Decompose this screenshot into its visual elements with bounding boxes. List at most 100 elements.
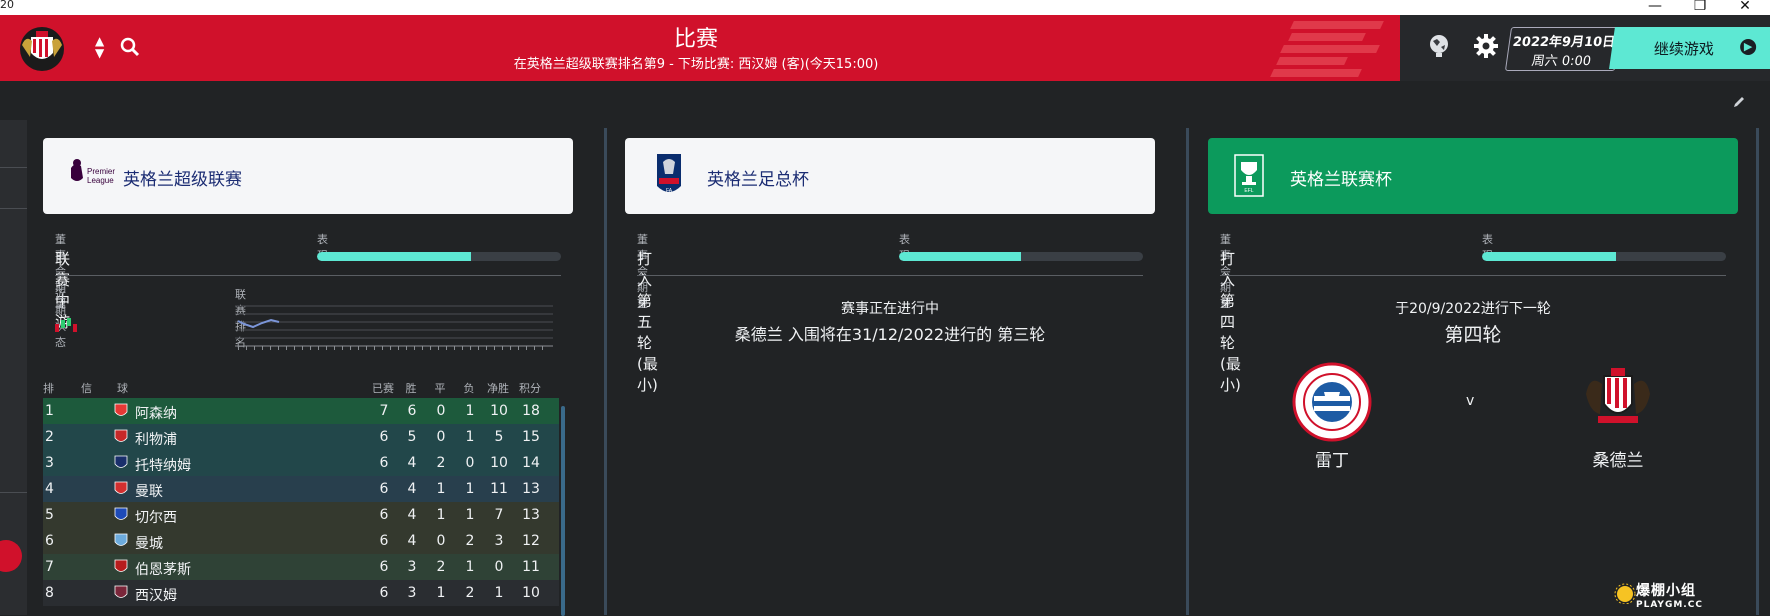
fa-status-text: 赛事正在进行中 [841, 301, 939, 317]
row-w: 3 [407, 559, 417, 575]
watermark-sun-icon [1614, 583, 1636, 604]
table-row[interactable]: 1 阿森纳 7 6 0 1 10 18 [43, 398, 559, 424]
settings-gear-icon[interactable] [1473, 33, 1499, 63]
table-row[interactable]: 2 利物浦 6 5 0 1 5 15 [43, 424, 559, 450]
row-l: 0 [465, 455, 475, 471]
game-time: 周六 0:00 [1530, 54, 1592, 69]
world-ball-icon[interactable] [1428, 33, 1450, 63]
row-p: 6 [379, 481, 389, 497]
row-gd: 7 [494, 507, 504, 523]
col-header-drawn[interactable]: 平 [427, 380, 453, 396]
row-p: 6 [379, 507, 389, 523]
row-team-name[interactable]: 利物浦 [135, 429, 177, 449]
league-table-scrollbar[interactable] [561, 406, 565, 616]
column-divider [1756, 128, 1759, 615]
window-restore-button[interactable]: ❐ [1685, 0, 1715, 15]
svg-text:League: League [87, 176, 114, 185]
pl-separator [55, 275, 561, 276]
reading-crest-icon[interactable] [1292, 362, 1372, 446]
row-p: 6 [379, 429, 389, 445]
page-title: 比赛 [673, 27, 718, 52]
recent-form-chart [55, 318, 85, 342]
window-titlebar: 20 — ❐ ✕ [0, 0, 1770, 15]
club-crest-icon [113, 481, 129, 497]
row-gd: 3 [494, 533, 504, 549]
lc-performance-bar [1482, 252, 1726, 261]
continue-game-button[interactable]: 继续游戏 ▶ [1609, 27, 1770, 69]
row-p: 6 [379, 559, 389, 575]
league-position-chart [235, 304, 555, 354]
row-gd: 5 [494, 429, 504, 445]
row-l: 1 [465, 429, 475, 445]
svg-text:EFL: EFL [1244, 188, 1253, 194]
club-crest-icon [113, 507, 129, 523]
row-position: 7 [45, 559, 54, 575]
fa-cup-logo-icon: FA [653, 152, 685, 204]
column-divider [1186, 128, 1189, 615]
premier-league-card[interactable]: Premier League 英格兰超级联赛 [43, 138, 573, 214]
main-header: ▲ ▼ 比赛 在英格兰超级联赛排名第9 - 下场比赛: 西汉姆 (客)(今天15:… [0, 15, 1770, 81]
sunderland-crest-icon[interactable] [1578, 364, 1658, 438]
club-crest-icon [113, 559, 129, 575]
rail-active-indicator[interactable] [0, 540, 22, 572]
col-header-played[interactable]: 已赛 [370, 380, 396, 396]
row-team-name[interactable]: 阿森纳 [135, 403, 177, 423]
row-position: 3 [45, 455, 54, 471]
lc-round-name: 第四轮 [1444, 324, 1502, 346]
row-gd: 1 [494, 585, 504, 601]
col-header-gd[interactable]: 净胜 [485, 380, 511, 396]
chevron-right-icon: ▶ [1740, 39, 1757, 55]
row-d: 0 [436, 403, 446, 419]
row-l: 2 [465, 585, 475, 601]
edit-pencil-icon[interactable] [1732, 94, 1746, 113]
table-row[interactable]: 5 切尔西 6 4 1 1 7 13 [43, 502, 559, 528]
row-w: 4 [407, 481, 417, 497]
fa-detail-text: 桑德兰 入围将在31/12/2022进行的 第三轮 [734, 325, 1046, 344]
row-w: 4 [407, 533, 417, 549]
premier-league-logo-icon: Premier League [65, 154, 115, 202]
row-d: 0 [436, 533, 446, 549]
column-divider [604, 128, 607, 615]
row-l: 1 [465, 559, 475, 575]
versus-text: v [1466, 393, 1475, 409]
club-crest-icon [113, 533, 129, 549]
row-pts: 10 [522, 585, 540, 601]
row-team-name[interactable]: 伯恩茅斯 [135, 559, 191, 579]
row-p: 6 [379, 455, 389, 471]
lc-next-round-date: 于20/9/2022进行下一轮 [1395, 301, 1551, 317]
fa-cup-card[interactable]: FA 英格兰足总杯 [625, 138, 1155, 214]
col-header-pts[interactable]: 积分 [517, 380, 543, 396]
row-team-name[interactable]: 曼联 [135, 481, 163, 501]
window-close-button[interactable]: ✕ [1730, 0, 1760, 15]
row-pts: 13 [522, 507, 540, 523]
row-team-name[interactable]: 托特纳姆 [135, 455, 191, 475]
premier-league-name: 英格兰超级联赛 [123, 170, 242, 190]
table-row[interactable]: 3 托特纳姆 6 4 2 0 10 14 [43, 450, 559, 476]
row-p: 7 [379, 403, 389, 419]
row-l: 1 [465, 481, 475, 497]
league-cup-card[interactable]: EFL 英格兰联赛杯 [1208, 138, 1738, 214]
game-date-box[interactable]: 2022年9月10日 周六 0:00 [1504, 27, 1622, 71]
col-header-lost[interactable]: 负 [456, 380, 482, 396]
svg-text:FA: FA [666, 188, 673, 194]
row-d: 1 [436, 507, 446, 523]
table-row[interactable]: 4 曼联 6 4 1 1 11 13 [43, 476, 559, 502]
table-row[interactable]: 7 伯恩茅斯 6 3 2 1 0 11 [43, 554, 559, 580]
row-team-name[interactable]: 曼城 [135, 533, 163, 553]
col-header-won[interactable]: 胜 [398, 380, 424, 396]
club-crest-icon [113, 429, 129, 445]
row-position: 6 [45, 533, 54, 549]
lc-separator [1220, 275, 1726, 276]
fa-cup-name: 英格兰足总杯 [707, 170, 809, 190]
rail-divider [0, 492, 27, 493]
table-row[interactable]: 6 曼城 6 4 0 2 3 12 [43, 528, 559, 554]
row-w: 6 [407, 403, 417, 419]
away-team-name[interactable]: 桑德兰 [1558, 446, 1678, 471]
window-minimize-button[interactable]: — [1640, 0, 1670, 15]
table-row[interactable]: 8 西汉姆 6 3 1 2 1 10 [43, 580, 559, 606]
row-l: 1 [465, 507, 475, 523]
row-team-name[interactable]: 西汉姆 [135, 585, 177, 605]
row-team-name[interactable]: 切尔西 [135, 507, 177, 527]
home-team-name[interactable]: 雷丁 [1272, 446, 1392, 471]
club-crest-icon [113, 403, 129, 419]
